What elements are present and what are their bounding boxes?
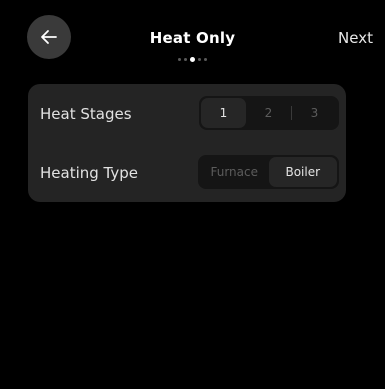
page-dot-active	[190, 57, 195, 62]
heat-stages-row: Heat Stages 1 2 3	[28, 84, 346, 143]
settings-panel: Heat Stages 1 2 3 Heating Type Furnace B…	[28, 84, 346, 202]
page-indicator	[0, 57, 385, 62]
next-button[interactable]: Next	[338, 29, 373, 47]
heat-stages-selector: 1 2 3	[199, 96, 339, 130]
heating-type-option-furnace[interactable]: Furnace	[200, 157, 269, 187]
heating-type-row: Heating Type Furnace Boiler	[28, 143, 346, 202]
heating-type-option-boiler[interactable]: Boiler	[268, 157, 337, 187]
page-dot	[198, 58, 201, 61]
page-dot	[204, 58, 207, 61]
page-dot	[184, 58, 187, 61]
page-title: Heat Only	[149, 29, 236, 47]
heat-stages-label: Heat Stages	[40, 104, 132, 123]
heating-type-label: Heating Type	[40, 163, 138, 182]
page-dot	[178, 58, 181, 61]
heat-stage-option-3[interactable]: 3	[292, 98, 337, 128]
heat-stage-option-2[interactable]: 2	[246, 98, 291, 128]
heating-type-selector: Furnace Boiler	[198, 155, 339, 189]
heat-stage-option-1[interactable]: 1	[201, 98, 246, 128]
